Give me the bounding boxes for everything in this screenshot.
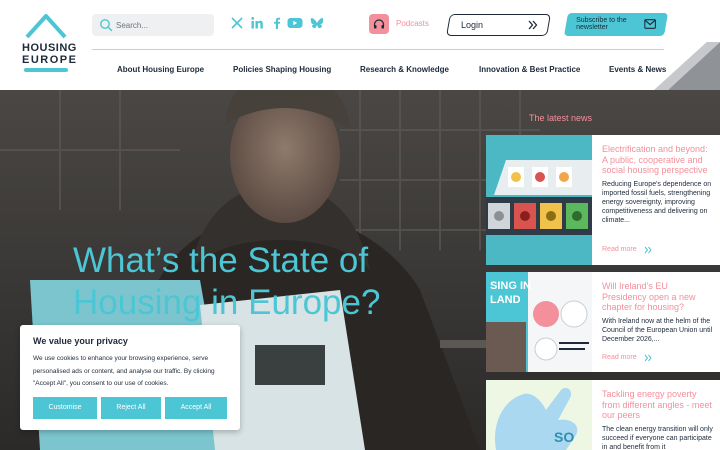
housing-europe-logo[interactable]: HOUSING EUROPE — [22, 12, 76, 74]
logo-text-housing: HOUSING — [22, 42, 77, 54]
read-more-link[interactable]: Read more — [602, 246, 637, 253]
nav-item-innovation[interactable]: Innovation & Best Practice — [479, 65, 580, 74]
login-button[interactable]: Login — [446, 14, 551, 36]
nav-item-events-news[interactable]: Events & News — [609, 65, 666, 74]
linkedin-icon[interactable] — [250, 16, 264, 30]
latest-news-heading: The latest news — [529, 113, 593, 123]
double-chevron-right-icon — [528, 20, 538, 30]
news-card[interactable]: Electrification and beyond: A public, co… — [486, 135, 720, 265]
youtube-icon[interactable] — [287, 16, 303, 30]
double-chevron-right-icon — [644, 354, 652, 362]
nav-item-about[interactable]: About Housing Europe — [117, 65, 204, 74]
read-more-link[interactable]: Read more — [602, 354, 637, 361]
news-title[interactable]: Electrification and beyond: A public, co… — [602, 144, 714, 176]
news-excerpt: Reducing Europe's dependence on imported… — [602, 180, 712, 224]
x-icon[interactable] — [230, 16, 244, 30]
ireland-image-caption: SING IN LAND — [490, 280, 531, 306]
bluesky-icon[interactable] — [310, 16, 324, 30]
envelope-icon — [644, 19, 656, 29]
news-card[interactable]: SO Tackling energy poverty from differen… — [486, 380, 720, 450]
news-card[interactable]: SING IN LAND Will Ireland’s EU Presidenc… — [486, 272, 720, 372]
nav-divider — [92, 49, 664, 50]
cookie-title: We value your privacy — [33, 336, 128, 346]
reject-all-button[interactable]: Reject All — [101, 397, 161, 419]
svg-text:SO: SO — [554, 429, 574, 445]
facebook-icon[interactable] — [270, 16, 284, 30]
news-image-ireland: SING IN LAND — [486, 272, 592, 372]
site-header: HOUSING EUROPE Search... Podcasts Login … — [0, 0, 720, 90]
cookie-text: We use cookies to enhance your browsing … — [33, 355, 215, 387]
login-label: Login — [461, 20, 484, 30]
news-title[interactable]: Tackling energy poverty from different a… — [602, 389, 714, 421]
news-image-electrification — [486, 135, 592, 265]
news-body: Electrification and beyond: A public, co… — [602, 144, 714, 225]
house-roof-icon — [25, 14, 67, 39]
sockets-illustration — [486, 135, 592, 265]
double-chevron-right-icon — [644, 246, 652, 254]
cookie-consent-dialog: We value your privacy We use cookies to … — [20, 325, 240, 430]
search-input[interactable] — [116, 17, 210, 33]
nav-item-research[interactable]: Research & Knowledge — [360, 65, 449, 74]
nav-item-policies[interactable]: Policies Shaping Housing — [233, 65, 331, 74]
news-excerpt: With Ireland now at the helm of the Coun… — [602, 317, 713, 343]
headphones-icon — [373, 19, 385, 29]
logo-underline — [24, 68, 68, 72]
search-icon[interactable] — [99, 18, 113, 32]
news-body: Will Ireland’s EU Presidency open a new … — [602, 281, 714, 344]
podcasts-link[interactable]: Podcasts — [396, 19, 429, 28]
news-body: Tackling energy poverty from different a… — [602, 389, 714, 450]
logo-text-europe: EUROPE — [22, 54, 78, 66]
search-box — [92, 14, 214, 36]
hero-title: What’s the State of Housing in Europe? — [73, 241, 381, 322]
news-title[interactable]: Will Ireland’s EU Presidency open a new … — [602, 281, 714, 313]
podcasts-button-icon-box[interactable] — [369, 14, 389, 34]
customise-button[interactable]: Customise — [33, 397, 97, 419]
page: HOUSING EUROPE Search... Podcasts Login … — [0, 0, 720, 450]
subscribe-newsletter-button[interactable]: Subscribe to the newsletter — [563, 13, 669, 36]
energy-poverty-illustration: SO — [486, 380, 592, 450]
news-image-energy-poverty: SO — [486, 380, 592, 450]
accept-all-button[interactable]: Accept All — [165, 397, 227, 419]
news-excerpt: The clean energy transition will only su… — [602, 425, 713, 450]
subscribe-label: Subscribe to the newsletter — [576, 17, 627, 31]
